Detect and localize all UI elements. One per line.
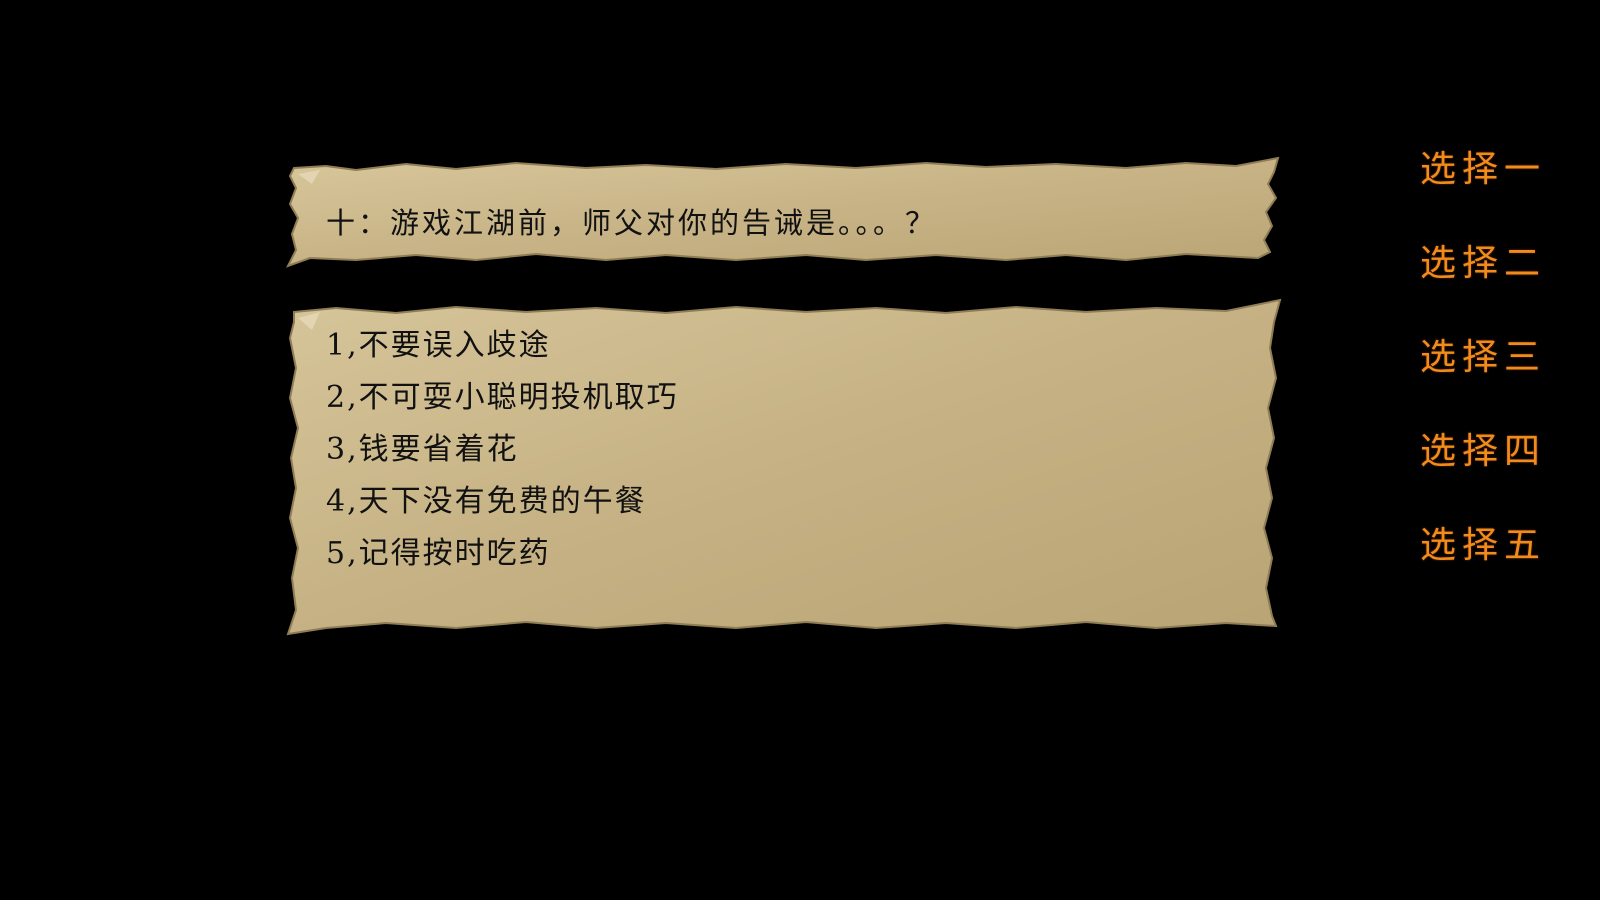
answer-option-4: 4,天下没有免费的午餐: [326, 484, 647, 519]
answer-option-5: 5,记得按时吃药: [326, 536, 551, 571]
choice-button-5[interactable]: 选择五: [1420, 516, 1590, 610]
answer-option-3: 3,钱要省着花: [326, 432, 519, 467]
question-text: 十：游戏江湖前，师父对你的告诫是。。。？: [326, 206, 938, 240]
choice-button-2[interactable]: 选择二: [1420, 234, 1590, 328]
answer-option-1: 1,不要误入歧途: [326, 328, 551, 363]
choice-button-1[interactable]: 选择一: [1420, 140, 1590, 234]
question-panel: 十：游戏江湖前，师父对你的告诫是。。。？: [286, 154, 1286, 274]
answers-panel: 1,不要误入歧途 2,不可耍小聪明投机取巧 3,钱要省着花 4,天下没有免费的午…: [286, 298, 1286, 648]
answer-option-2: 2,不可耍小聪明投机取巧: [326, 380, 679, 415]
answers-list: 1,不要误入歧途 2,不可耍小聪明投机取巧 3,钱要省着花 4,天下没有免费的午…: [326, 320, 679, 580]
choice-button-3[interactable]: 选择三: [1420, 328, 1590, 422]
choice-button-4[interactable]: 选择四: [1420, 422, 1590, 516]
choice-menu: 选择一 选择二 选择三 选择四 选择五: [1420, 140, 1590, 610]
